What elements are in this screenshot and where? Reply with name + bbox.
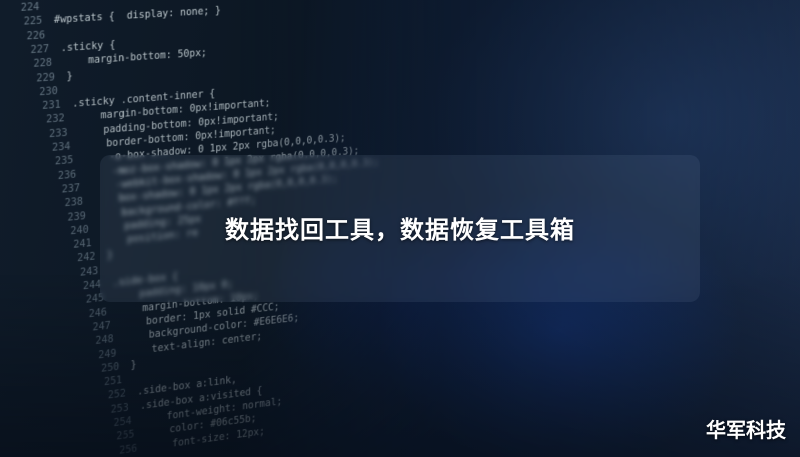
brand-watermark: 华军科技: [706, 414, 786, 443]
page-title: 数据找回工具，数据恢复工具箱: [0, 210, 800, 245]
